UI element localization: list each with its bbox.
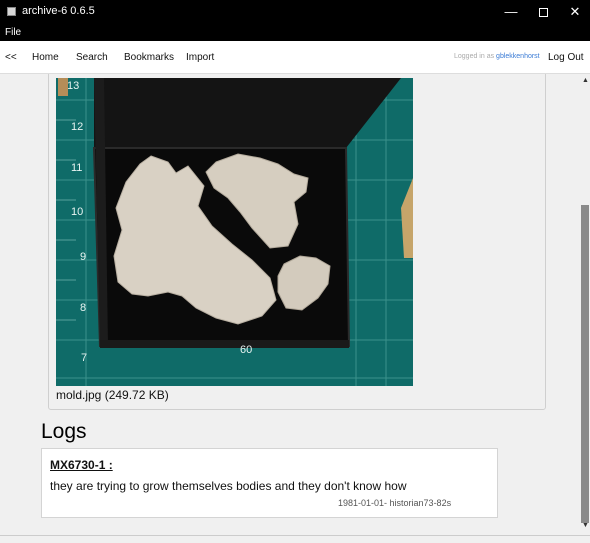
maximize-button[interactable] <box>526 0 560 24</box>
logs-heading: Logs <box>41 420 87 443</box>
content-area: 13 12 11 10 9 8 7 60 mold.jpg (249.72 KB… <box>0 74 580 535</box>
log-entry-id[interactable]: MX6730-1 : <box>50 458 113 472</box>
mold-photo-illustration: 13 12 11 10 9 8 7 60 <box>56 78 413 386</box>
vertical-scrollbar[interactable]: ▲ ▼ <box>580 74 590 535</box>
nav-back-link[interactable]: << <box>5 52 17 63</box>
scroll-up-arrow-icon[interactable]: ▲ <box>582 77 589 84</box>
logged-in-user[interactable]: gblekkenhorst <box>496 53 540 60</box>
nav-bookmarks-link[interactable]: Bookmarks <box>124 52 174 63</box>
ruler-10: 10 <box>71 206 83 218</box>
nav-bar: << Home Search Bookmarks Import Logged i… <box>0 41 590 74</box>
ruler-13: 13 <box>67 80 79 92</box>
nav-search-link[interactable]: Search <box>76 52 108 63</box>
logout-link[interactable]: Log Out <box>548 52 584 63</box>
menu-bar: File <box>0 24 590 41</box>
log-entry-meta: 1981-01-01- historian73-82s <box>338 498 452 508</box>
window-title: archive-6 0.6.5 <box>22 5 95 17</box>
ruler-12: 12 <box>71 121 83 133</box>
scroll-thumb[interactable] <box>581 205 589 523</box>
ruler-7: 7 <box>81 352 87 364</box>
app-icon <box>7 7 16 16</box>
title-bar: archive-6 0.6.5 — ✕ <box>0 0 590 24</box>
close-button[interactable]: ✕ <box>558 0 590 24</box>
maximize-icon <box>538 8 548 18</box>
nav-import-link[interactable]: Import <box>186 52 214 63</box>
scroll-down-arrow-icon[interactable]: ▼ <box>582 522 589 529</box>
log-entry: MX6730-1 : they are trying to grow thems… <box>41 448 498 518</box>
nav-home-link[interactable]: Home <box>32 52 59 63</box>
ruler-11: 11 <box>71 162 82 174</box>
window-bottom-edge <box>0 535 590 543</box>
menu-file[interactable]: File <box>5 27 21 38</box>
logged-in-status: Logged in as gblekkenhorst <box>454 53 540 60</box>
ruler-60: 60 <box>240 344 252 356</box>
ruler-9: 9 <box>80 251 86 263</box>
logged-in-prefix: Logged in as <box>454 53 495 60</box>
log-entry-text: they are trying to grow themselves bodie… <box>50 479 407 493</box>
minimize-button[interactable]: — <box>494 0 528 24</box>
ruler-8: 8 <box>80 302 86 314</box>
attachment-caption[interactable]: mold.jpg (249.72 KB) <box>56 388 169 402</box>
attachment-image[interactable]: 13 12 11 10 9 8 7 60 <box>56 78 413 386</box>
